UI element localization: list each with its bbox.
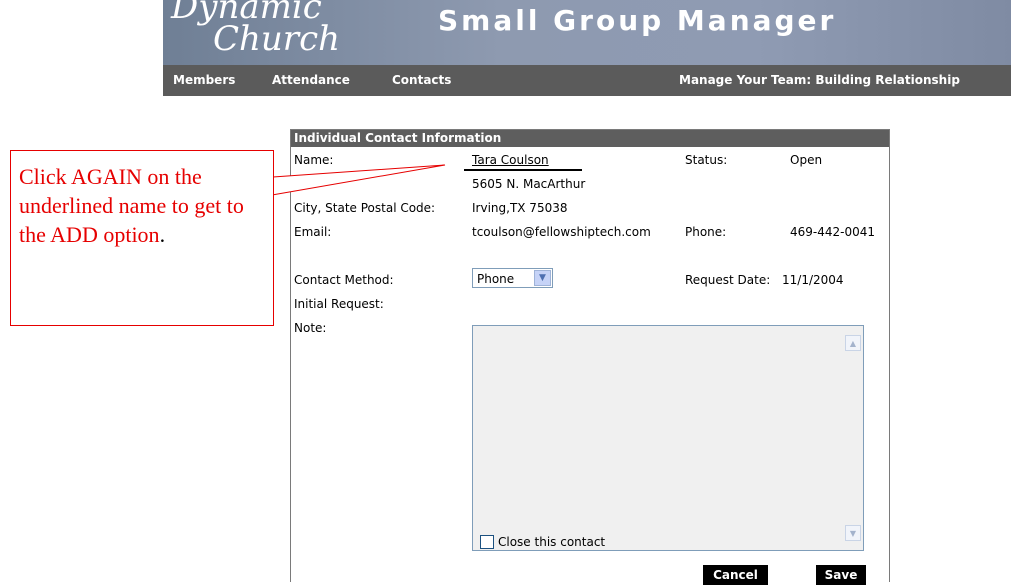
name-underline-marker [464, 169, 582, 171]
